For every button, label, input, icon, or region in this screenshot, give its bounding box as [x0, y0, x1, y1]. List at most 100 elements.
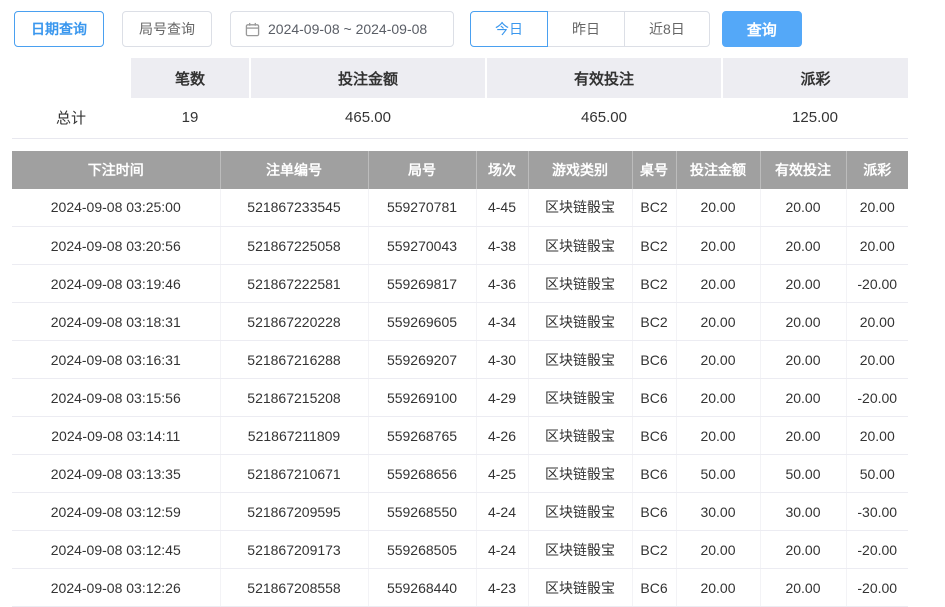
cell-bet-id: 521867211809: [220, 417, 368, 455]
cell-payout: 50.00: [846, 455, 908, 493]
bet-records-table: 下注时间 注单编号 局号 场次 游戏类别 桌号 投注金额 有效投注 派彩 202…: [12, 151, 908, 607]
cell-bet-amount-link[interactable]: 20.00: [676, 303, 760, 341]
summary-header-bet-amount: 投注金额: [250, 58, 486, 98]
cell-bet-id: 521867209173: [220, 531, 368, 569]
cell-valid-bet: 20.00: [760, 417, 846, 455]
cell-bet-id: 521867210671: [220, 455, 368, 493]
cell-valid-bet: 20.00: [760, 379, 846, 417]
cell-table-no: BC6: [632, 569, 676, 607]
table-row: 2024-09-08 03:14:11521867211809559268765…: [12, 417, 908, 455]
cell-game-type: 区块链骰宝: [528, 569, 632, 607]
table-row: 2024-09-08 03:12:26521867208558559268440…: [12, 569, 908, 607]
cell-game-type: 区块链骰宝: [528, 189, 632, 227]
cell-bet-amount-link[interactable]: 20.00: [676, 379, 760, 417]
cell-bet-id: 521867216288: [220, 341, 368, 379]
col-header-game-type: 游戏类别: [528, 151, 632, 189]
cell-bet-id: 521867220228: [220, 303, 368, 341]
cell-game-type: 区块链骰宝: [528, 417, 632, 455]
cell-game-type: 区块链骰宝: [528, 493, 632, 531]
cell-game-type: 区块链骰宝: [528, 455, 632, 493]
cell-valid-bet: 20.00: [760, 303, 846, 341]
cell-session: 4-25: [476, 455, 528, 493]
cell-valid-bet: 20.00: [760, 531, 846, 569]
period-button-group: 今日 昨日 近8日: [470, 11, 710, 47]
bet-table-header-row: 下注时间 注单编号 局号 场次 游戏类别 桌号 投注金额 有效投注 派彩: [12, 151, 908, 189]
summary-total-valid-bet: 465.00: [486, 98, 722, 138]
cell-table-no: BC2: [632, 189, 676, 227]
cell-bet-id: 521867233545: [220, 189, 368, 227]
date-range-input[interactable]: 2024-09-08 ~ 2024-09-08: [230, 11, 454, 47]
cell-round-id: 559269100: [368, 379, 476, 417]
cell-round-id: 559268550: [368, 493, 476, 531]
table-row: 2024-09-08 03:16:31521867216288559269207…: [12, 341, 908, 379]
cell-session: 4-38: [476, 227, 528, 265]
cell-payout: -20.00: [846, 265, 908, 303]
cell-bet-amount-link[interactable]: 20.00: [676, 569, 760, 607]
cell-bet-time: 2024-09-08 03:12:59: [12, 493, 220, 531]
cell-bet-amount-link[interactable]: 30.00: [676, 493, 760, 531]
yesterday-button[interactable]: 昨日: [547, 11, 625, 47]
cell-session: 4-29: [476, 379, 528, 417]
cell-payout: 20.00: [846, 189, 908, 227]
cell-bet-time: 2024-09-08 03:19:46: [12, 265, 220, 303]
bet-table-body: 2024-09-08 03:25:00521867233545559270781…: [12, 189, 908, 607]
last-8-days-button[interactable]: 近8日: [624, 11, 710, 47]
summary-header-payout: 派彩: [722, 58, 908, 98]
col-header-valid-bet: 有效投注: [760, 151, 846, 189]
cell-game-type: 区块链骰宝: [528, 379, 632, 417]
cell-round-id: 559268440: [368, 569, 476, 607]
cell-bet-amount-link[interactable]: 20.00: [676, 417, 760, 455]
cell-payout: -20.00: [846, 379, 908, 417]
table-row: 2024-09-08 03:12:45521867209173559268505…: [12, 531, 908, 569]
cell-round-id: 559268656: [368, 455, 476, 493]
cell-game-type: 区块链骰宝: [528, 265, 632, 303]
cell-bet-amount-link[interactable]: 20.00: [676, 265, 760, 303]
date-query-button[interactable]: 日期查询: [14, 11, 104, 47]
cell-valid-bet: 20.00: [760, 189, 846, 227]
cell-bet-time: 2024-09-08 03:16:31: [12, 341, 220, 379]
cell-table-no: BC6: [632, 379, 676, 417]
cell-payout: 20.00: [846, 417, 908, 455]
summary-total-count: 19: [130, 98, 250, 138]
cell-bet-time: 2024-09-08 03:13:35: [12, 455, 220, 493]
table-row: 2024-09-08 03:19:46521867222581559269817…: [12, 265, 908, 303]
cell-valid-bet: 20.00: [760, 265, 846, 303]
table-row: 2024-09-08 03:13:35521867210671559268656…: [12, 455, 908, 493]
cell-table-no: BC2: [632, 227, 676, 265]
cell-bet-amount-link[interactable]: 50.00: [676, 455, 760, 493]
cell-payout: -20.00: [846, 569, 908, 607]
today-button[interactable]: 今日: [470, 11, 548, 47]
round-query-button[interactable]: 局号查询: [122, 11, 212, 47]
cell-session: 4-45: [476, 189, 528, 227]
table-row: 2024-09-08 03:25:00521867233545559270781…: [12, 189, 908, 227]
cell-bet-amount-link[interactable]: 20.00: [676, 227, 760, 265]
cell-payout: -20.00: [846, 531, 908, 569]
cell-bet-amount-link[interactable]: 20.00: [676, 189, 760, 227]
cell-game-type: 区块链骰宝: [528, 341, 632, 379]
cell-round-id: 559269207: [368, 341, 476, 379]
cell-valid-bet: 20.00: [760, 341, 846, 379]
cell-session: 4-34: [476, 303, 528, 341]
cell-bet-id: 521867222581: [220, 265, 368, 303]
table-row: 2024-09-08 03:12:59521867209595559268550…: [12, 493, 908, 531]
cell-bet-amount-link[interactable]: 20.00: [676, 341, 760, 379]
search-button[interactable]: 查询: [722, 11, 802, 47]
summary-total-row: 总计 19 465.00 465.00 125.00: [12, 98, 908, 138]
cell-bet-id: 521867209595: [220, 493, 368, 531]
col-header-bet-amount: 投注金额: [676, 151, 760, 189]
cell-valid-bet: 50.00: [760, 455, 846, 493]
cell-bet-time: 2024-09-08 03:14:11: [12, 417, 220, 455]
cell-bet-amount-link[interactable]: 20.00: [676, 531, 760, 569]
cell-table-no: BC2: [632, 265, 676, 303]
cell-round-id: 559269817: [368, 265, 476, 303]
cell-round-id: 559268765: [368, 417, 476, 455]
cell-valid-bet: 20.00: [760, 227, 846, 265]
cell-round-id: 559270781: [368, 189, 476, 227]
summary-header-valid-bet: 有效投注: [486, 58, 722, 98]
cell-bet-time: 2024-09-08 03:20:56: [12, 227, 220, 265]
col-header-payout: 派彩: [846, 151, 908, 189]
summary-total-payout: 125.00: [722, 98, 908, 138]
cell-table-no: BC2: [632, 303, 676, 341]
summary-header-empty: [12, 58, 130, 98]
summary-header-row: 笔数 投注金额 有效投注 派彩: [12, 58, 908, 98]
